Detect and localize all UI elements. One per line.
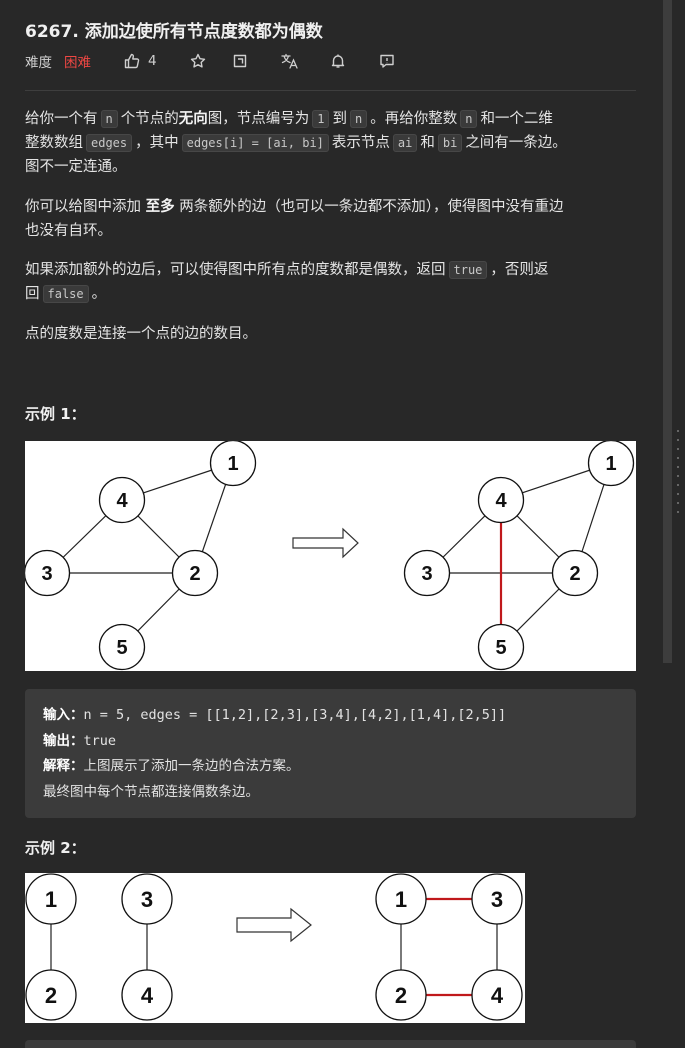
- explain-text: 上图展示了添加一条边的合法方案。: [83, 758, 300, 774]
- inline-code: bi: [437, 134, 463, 152]
- node-label: 4: [491, 983, 504, 1008]
- arrow-icon: [236, 907, 312, 943]
- node-label: 5: [495, 637, 506, 659]
- arrow-icon: [292, 527, 359, 559]
- problem-title: 6267. 添加边使所有节点度数都为偶数: [25, 22, 323, 42]
- inline-code: n: [349, 110, 368, 128]
- node-label: 2: [45, 983, 57, 1008]
- subscribe-button[interactable]: [330, 53, 346, 69]
- feedback-button[interactable]: [379, 53, 395, 69]
- explain-text: 最终图中每个节点都连接偶数条边。: [43, 783, 259, 800]
- description-text: 图，节点编号为: [207, 111, 310, 127]
- star-icon: [190, 53, 205, 68]
- translate-button[interactable]: [280, 53, 299, 69]
- node-label: 5: [116, 637, 127, 659]
- feedback-icon: [379, 54, 394, 68]
- inline-code: ai: [392, 134, 418, 152]
- explain-label: 解释：: [43, 758, 84, 774]
- like-button[interactable]: 4: [124, 53, 157, 69]
- description-text: 和一个二维: [480, 111, 553, 127]
- bold-text: 无向: [178, 111, 208, 127]
- description-text: 个节点的: [120, 111, 179, 127]
- description-text: 给你一个有: [25, 111, 98, 127]
- description-text: 图不一定连通。: [25, 159, 127, 175]
- input-value: n = 5, edges = [[1,2],[2,3],[3,4],[4,2],…: [83, 707, 507, 723]
- description-paragraph-2: 你可以给图中添加 至多 两条额外的边（也可以一条边都不添加），使得图中没有重边 …: [25, 195, 636, 243]
- node-label: 1: [605, 453, 616, 475]
- description-text: 表示节点: [331, 135, 390, 151]
- bell-icon: [331, 54, 344, 68]
- inline-code: n: [100, 110, 118, 128]
- node-label: 3: [421, 563, 432, 585]
- inline-code: true: [448, 261, 488, 279]
- translate-icon: [280, 53, 298, 69]
- output-label: 输出：: [43, 732, 84, 749]
- output-value: true: [83, 732, 117, 749]
- share-button[interactable]: [232, 53, 248, 69]
- like-count: 4: [148, 53, 157, 69]
- node-label: 1: [395, 887, 407, 912]
- description-paragraph-1: 给你一个有 n 个节点的无向图，节点编号为 1 到 n 。再给你整数 n 和一个二维 整数数组 e…: [25, 107, 636, 179]
- inline-code: n: [460, 110, 478, 128]
- panel-resize-handle[interactable]: [677, 430, 679, 520]
- node-label: 3: [141, 887, 153, 912]
- inline-code: 1: [312, 110, 330, 128]
- description-text: 整数数组: [25, 135, 83, 151]
- node-label: 1: [45, 887, 57, 912]
- description-text: 之间有一条边。: [465, 135, 567, 151]
- description-text: 回: [25, 286, 40, 302]
- node-label: 3: [41, 563, 52, 585]
- inline-code: false: [42, 285, 89, 303]
- description-paragraph-4: 点的度数是连接一个点的边的数目。: [25, 326, 257, 342]
- example-1-graph-image: 1 4 3 2 5 1 4 3 2 5: [25, 441, 636, 671]
- difficulty-badge: 困难: [64, 55, 91, 71]
- thumb-up-icon: [124, 53, 140, 69]
- description-text: 。再给你整数: [370, 111, 458, 127]
- example-2-heading: 示例 2：: [25, 839, 86, 857]
- scrollbar[interactable]: [663, 0, 672, 663]
- example-1-code-block: 输入：n = 5, edges = [[1,2],[2,3],[3,4],[4,…: [25, 689, 636, 818]
- problem-meta-bar: 难度 困难 4: [25, 51, 395, 71]
- description-text: 。: [91, 286, 107, 302]
- description-text: ，否则返: [490, 262, 549, 278]
- node-label: 2: [189, 563, 200, 585]
- node-label: 4: [116, 490, 128, 512]
- description-text: 到: [332, 111, 347, 127]
- node-label: 2: [395, 983, 407, 1008]
- node-label: 1: [227, 453, 238, 475]
- node-label: 4: [495, 490, 507, 512]
- bold-text: 至多: [145, 199, 175, 215]
- description-text: 你可以给图中添加: [25, 199, 141, 215]
- favorite-button[interactable]: [190, 53, 206, 69]
- input-label: 输入：: [43, 707, 84, 723]
- example-1-heading: 示例 1：: [25, 405, 86, 423]
- description-text: 如果添加额外的边后，可以使得图中所有点的度数都是偶数，返回: [25, 262, 446, 278]
- node-label: 2: [569, 563, 580, 585]
- example-2-code-block: [25, 1040, 636, 1048]
- header-divider: [25, 90, 636, 91]
- description-text: ，其中: [135, 135, 179, 151]
- description-text: 也没有自环。: [25, 223, 112, 239]
- node-label: 3: [491, 887, 503, 912]
- description-paragraph-3: 如果添加额外的边后，可以使得图中所有点的度数都是偶数，返回 true ，否则返 回f…: [25, 258, 636, 306]
- difficulty-label: 难度: [25, 55, 52, 71]
- inline-code: edges: [86, 134, 133, 152]
- share-icon: [233, 54, 246, 68]
- node-label: 4: [141, 983, 154, 1008]
- inline-code: edges[i] = [ai, bi]: [181, 134, 329, 152]
- description-text: 两条额外的边（也可以一条边都不添加），使得图中没有重边: [179, 199, 564, 215]
- example-2-graph-image: 1 2 3 4 1 2 3 4: [25, 873, 525, 1023]
- description-text: 和: [420, 135, 435, 151]
